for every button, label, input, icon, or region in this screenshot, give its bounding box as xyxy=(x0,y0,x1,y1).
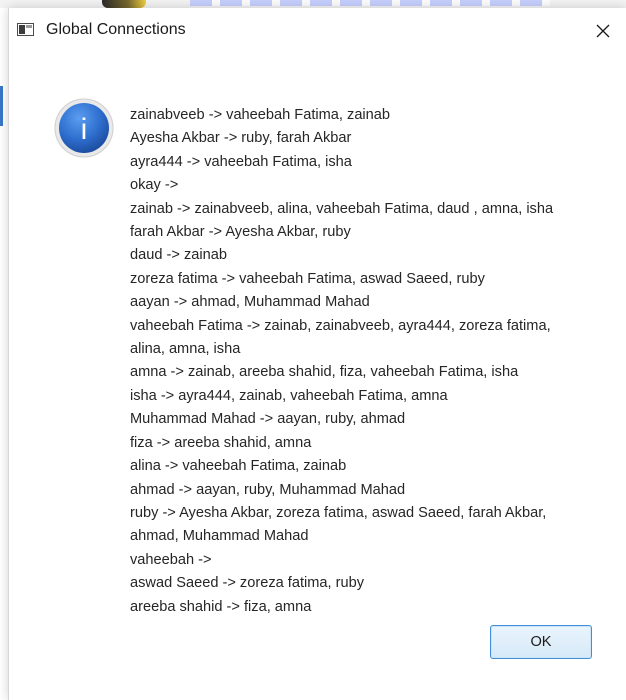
title-bar[interactable]: Global Connections xyxy=(9,8,626,54)
message-line: ahmad, Muhammad Mahad xyxy=(130,528,309,545)
message-line: alina -> vaheebah Fatima, zainab xyxy=(130,458,347,475)
info-glyph: i xyxy=(81,113,88,146)
message-line: zainab -> zainabveeb, alina, vaheebah Fa… xyxy=(130,200,554,217)
message-line: ayra444 -> vaheebah Fatima, isha xyxy=(130,153,352,170)
message-line: alina, amna, isha xyxy=(130,341,241,358)
message-line: aayan -> ahmad, Muhammad Mahad xyxy=(130,294,370,311)
message-line: farah Akbar -> Ayesha Akbar, ruby xyxy=(130,224,351,241)
background-heading xyxy=(190,0,550,6)
message-line: isha -> ayra444, zainab, vaheebah Fatima… xyxy=(130,387,448,404)
message-line: zainabveeb -> vaheebah Fatima, zainab xyxy=(130,107,391,123)
message-line: fiza -> areeba shahid, amna xyxy=(130,434,312,451)
message-line: ruby -> Ayesha Akbar, zoreza fatima, asw… xyxy=(130,504,547,521)
app-window-icon xyxy=(17,23,34,36)
info-icon: i xyxy=(54,98,114,158)
message-line: aswad Saeed -> zoreza fatima, ruby xyxy=(130,575,365,592)
message-text: zainabveeb -> vaheebah Fatima, zainab Aye… xyxy=(130,104,610,619)
message-line: okay -> xyxy=(130,177,179,194)
message-line: vaheebah Fatima -> zainab, zainabveeb, a… xyxy=(130,317,551,334)
message-line: ahmad -> aayan, ruby, Muhammad Mahad xyxy=(130,481,406,498)
window-title: Global Connections xyxy=(46,21,186,38)
message-line: Ayesha Akbar -> ruby, farah Akbar xyxy=(130,130,352,147)
close-button[interactable] xyxy=(580,8,626,54)
ok-button[interactable]: OK xyxy=(490,625,592,659)
background-accent xyxy=(0,86,3,126)
message-line: amna -> zainab, areeba shahid, fiza, vah… xyxy=(130,364,519,381)
global-connections-dialog: Global Connections i zainabveeb -> vahee… xyxy=(8,8,626,700)
message-line: Muhammad Mahad -> aayan, ruby, ahmad xyxy=(130,411,406,428)
close-icon xyxy=(596,24,610,38)
message-line: vaheebah -> xyxy=(130,551,212,568)
background-logo xyxy=(102,0,146,8)
message-line: areeba shahid -> fiza, amna xyxy=(130,598,312,615)
message-line: zoreza fatima -> vaheebah Fatima, aswad … xyxy=(130,270,485,287)
message-line: daud -> zainab xyxy=(130,247,227,264)
